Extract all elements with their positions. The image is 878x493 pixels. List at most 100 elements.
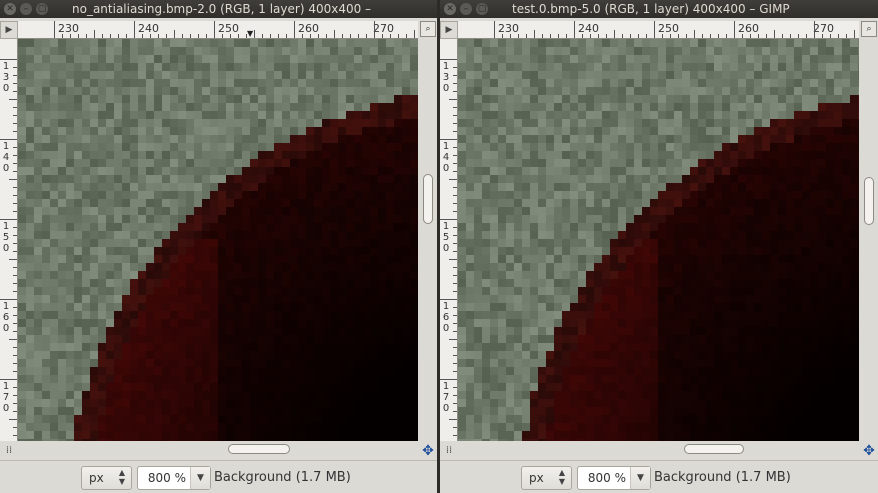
ruler-tick	[118, 34, 119, 38]
ruler-tick	[13, 243, 17, 244]
scrollbar-thumb[interactable]	[684, 444, 744, 454]
ruler-tick	[13, 355, 17, 356]
zoom-selector[interactable]: 800 % ▼	[137, 466, 211, 490]
ruler-tick	[453, 243, 457, 244]
ruler-tick	[622, 34, 623, 38]
ruler-label: 1	[2, 301, 10, 312]
vertical-ruler[interactable]: 1 3 0 1 4 0 1 5 0 1 6 0 1 7 0	[440, 39, 458, 441]
navigate-icon[interactable]: ✥	[861, 443, 877, 459]
image-canvas[interactable]	[18, 39, 418, 441]
vertical-scrollbar[interactable]	[861, 39, 878, 441]
zoom-follow-icon[interactable]: ⌕	[420, 21, 436, 37]
ruler-tick	[254, 30, 255, 38]
ruler-tick	[0, 59, 17, 60]
ruler-tick	[0, 379, 17, 380]
ruler-tick	[440, 379, 457, 380]
ruler-tick	[9, 179, 17, 180]
ruler-tick	[453, 427, 457, 428]
pixel-image	[458, 39, 859, 441]
ruler-tick	[453, 155, 457, 156]
unit-value: px	[89, 471, 104, 485]
ruler-tick	[838, 34, 839, 38]
close-icon[interactable]: ✕	[4, 3, 16, 15]
minimize-icon[interactable]: –	[20, 3, 32, 15]
ruler-tick	[718, 34, 719, 38]
scrollbar-thumb[interactable]	[423, 174, 433, 224]
ruler-tick	[449, 339, 457, 340]
navigate-icon[interactable]: ✥	[420, 443, 436, 459]
unit-selector[interactable]: px ▲ ▼	[81, 466, 132, 490]
ruler-tick	[453, 411, 457, 412]
title-bar[interactable]: ✕ – ▢ no_antialiasing.bmp-2.0 (RGB, 1 la…	[0, 0, 437, 18]
status-bar: px ▲ ▼ 800 % ▼ Background (1.7 MB)	[0, 460, 437, 493]
spin-arrows-icon: ▲ ▼	[118, 468, 125, 486]
horizontal-scrollbar[interactable]	[458, 441, 859, 458]
ruler-tick	[142, 34, 143, 38]
quick-mask-icon[interactable]: ⁞⁞	[442, 444, 456, 458]
horizontal-scrollbar[interactable]	[18, 441, 418, 458]
ruler-tick	[686, 34, 687, 38]
ruler-tick	[78, 34, 79, 38]
ruler-tick	[726, 34, 727, 38]
image-canvas[interactable]	[458, 39, 859, 441]
spin-arrows-icon: ▲ ▼	[558, 468, 565, 486]
zoom-selector[interactable]: 800 % ▼	[577, 466, 651, 490]
horizontal-ruler[interactable]: 230 240 250 260 270	[458, 21, 859, 39]
horizontal-ruler[interactable]: 230 240 250 260 270 ▼	[18, 21, 418, 39]
ruler-tick	[590, 34, 591, 38]
ruler-tick	[150, 34, 151, 38]
ruler-tick	[550, 34, 551, 38]
chevron-down-icon[interactable]: ▼	[190, 467, 210, 489]
title-bar[interactable]: ✕ – ▢ test.0.bmp-5.0 (RGB, 1 layer) 400x…	[440, 0, 878, 18]
ruler-tick	[453, 91, 457, 92]
ruler-tick	[286, 34, 287, 38]
maximize-icon[interactable]: ▢	[476, 3, 488, 15]
close-icon[interactable]: ✕	[444, 3, 456, 15]
ruler-tick	[390, 34, 391, 38]
ruler-label: 3	[2, 72, 10, 83]
ruler-tick	[270, 34, 271, 38]
vertical-ruler[interactable]: 1 3 0 1 4 0 1 5 0 1 6 0 1 7 0	[0, 39, 18, 441]
ruler-tick	[9, 259, 17, 260]
image-menu-icon[interactable]: ▶	[0, 21, 18, 39]
minimize-icon[interactable]: –	[460, 3, 472, 15]
zoom-value: 800 %	[147, 471, 186, 485]
ruler-tick	[13, 323, 17, 324]
image-menu-icon[interactable]: ▶	[440, 21, 458, 39]
ruler-tick	[670, 34, 671, 38]
quick-mask-icon[interactable]: ⁞⁞	[2, 444, 16, 458]
ruler-label: 1	[442, 301, 450, 312]
ruler-tick	[198, 34, 199, 38]
ruler-tick	[453, 67, 457, 68]
ruler-tick	[102, 34, 103, 38]
zoom-follow-icon[interactable]: ⌕	[861, 21, 877, 37]
ruler-tick	[13, 403, 17, 404]
ruler-tick	[398, 34, 399, 38]
ruler-tick	[406, 34, 407, 38]
ruler-tick	[440, 59, 457, 60]
scrollbar-thumb[interactable]	[228, 444, 290, 454]
vertical-scrollbar[interactable]	[420, 39, 437, 441]
ruler-tick	[766, 34, 767, 38]
ruler-tick	[598, 34, 599, 38]
ruler-tick	[453, 283, 457, 284]
ruler-label: 7	[2, 392, 10, 403]
ruler-label: 4	[2, 152, 10, 163]
ruler-label: 1	[442, 381, 450, 392]
chevron-down-icon[interactable]: ▼	[630, 467, 650, 489]
image-window-left: ✕ – ▢ no_antialiasing.bmp-2.0 (RGB, 1 la…	[0, 0, 437, 493]
ruler-tick	[13, 211, 17, 212]
ruler-tick	[13, 291, 17, 292]
maximize-icon[interactable]: ▢	[36, 3, 48, 15]
scrollbar-thumb[interactable]	[864, 177, 874, 225]
ruler-tick	[294, 21, 295, 38]
ruler-tick	[13, 187, 17, 188]
unit-selector[interactable]: px ▲ ▼	[521, 466, 572, 490]
ruler-label: 1	[2, 221, 10, 232]
ruler-tick	[662, 34, 663, 38]
ruler-tick	[366, 34, 367, 38]
ruler-tick	[13, 283, 17, 284]
ruler-tick	[510, 34, 511, 38]
ruler-label: 0	[2, 243, 10, 254]
ruler-tick	[440, 219, 457, 220]
